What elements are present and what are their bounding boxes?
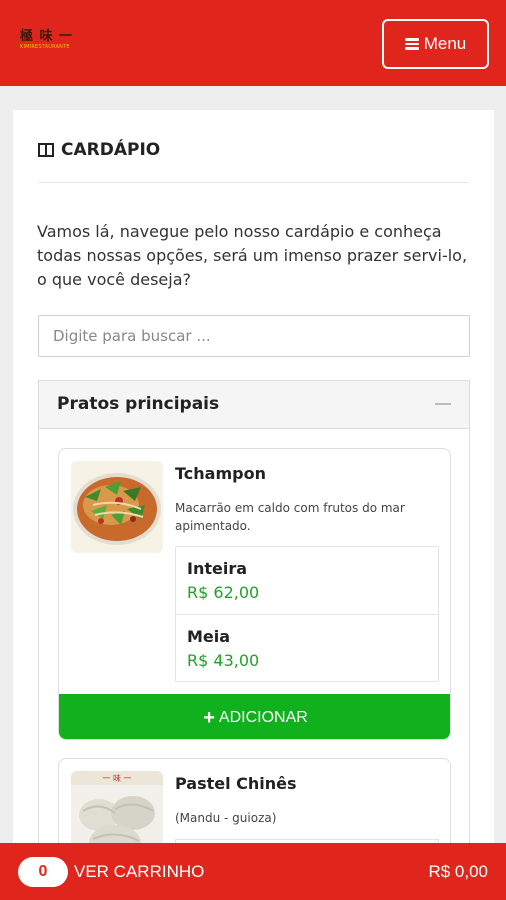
view-cart-label[interactable]: VER CARRINHO	[74, 862, 204, 882]
product-name: Tchampon	[175, 464, 266, 483]
menu-icon	[404, 38, 419, 50]
product-description: Macarrão em caldo com frutos do mar apim…	[175, 501, 405, 533]
svg-text:一 味 一: 一 味 一	[102, 773, 131, 783]
option-name: Inteira	[187, 559, 248, 578]
logo-chars: 極 味 一	[20, 29, 74, 44]
product-image	[71, 461, 163, 553]
option-name: Meia	[187, 627, 231, 646]
section-title: CARDÁPIO	[61, 140, 161, 160]
top-bar: 極 味 一 KIMIRESTAURANTE Menu	[0, 0, 506, 86]
product-name: Pastel Chinês	[175, 774, 297, 793]
category-panel: Pratos principais Tchampon Macarrão em c…	[38, 380, 470, 900]
cart-bar[interactable]: 0 VER CARRINHO R$ 0,00	[0, 843, 506, 900]
category-title: Pratos principais	[57, 394, 220, 414]
logo-tagline: KIMIRESTAURANTE	[20, 44, 70, 50]
cart-count-badge: 0	[18, 857, 68, 887]
menu-button[interactable]: Menu	[382, 19, 489, 69]
option-item[interactable]: Meia R$ 43,00	[176, 614, 438, 681]
minus-icon[interactable]	[435, 403, 451, 405]
restaurant-logo[interactable]: 極 味 一 KIMIRESTAURANTE	[20, 30, 82, 56]
option-price: R$ 62,00	[187, 583, 260, 602]
menu-label: Menu	[423, 34, 467, 53]
search-input[interactable]	[38, 315, 470, 357]
product-description: (Mandu - guioza)	[175, 811, 277, 825]
cart-total: R$ 0,00	[428, 862, 488, 881]
category-header[interactable]: Pratos principais	[39, 381, 469, 429]
section-heading: CARDÁPIO	[38, 140, 160, 160]
add-label: ADICIONAR	[218, 708, 308, 726]
option-list: Inteira R$ 62,00 Meia R$ 43,00	[175, 546, 439, 682]
intro-text: Vamos lá, navegue pelo nosso cardápio e …	[37, 222, 468, 289]
option-price: R$ 43,00	[187, 651, 260, 670]
menu-card: CARDÁPIO Vamos lá, navegue pelo nosso ca…	[13, 110, 494, 900]
option-item[interactable]: Inteira R$ 62,00	[176, 547, 438, 614]
book-icon	[38, 143, 54, 157]
plus-icon: +	[203, 706, 215, 729]
add-to-cart-button[interactable]: + ADICIONAR	[59, 694, 450, 739]
divider	[38, 182, 469, 183]
product-card: Tchampon Macarrão em caldo com frutos do…	[58, 448, 451, 740]
